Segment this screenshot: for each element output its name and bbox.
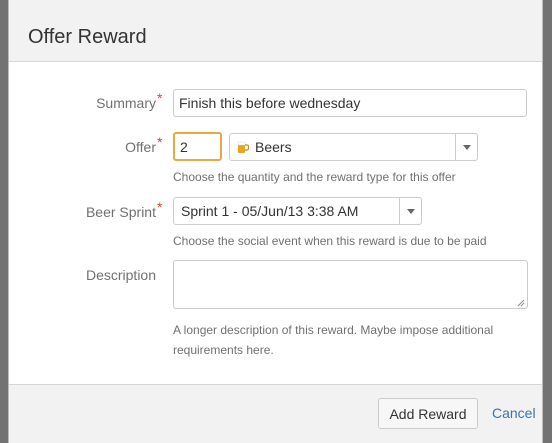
reward-type-select[interactable]: Beers [229,133,478,161]
add-reward-button[interactable]: Add Reward [378,398,478,429]
beer-sprint-help-text: Choose the social event when this reward… [173,234,487,248]
offer-quantity-input[interactable] [173,132,222,161]
summary-required-marker: * [157,90,163,106]
beer-sprint-required-marker: * [157,199,163,215]
cancel-link[interactable]: Cancel [492,398,536,429]
background-page-right [543,0,552,443]
offer-label: Offer [125,139,156,155]
offer-required-marker: * [157,134,163,150]
reward-type-value: Beers [255,139,292,155]
dialog-footer: Add Reward Cancel [9,384,542,443]
summary-input[interactable] [173,89,527,117]
description-label: Description [85,267,156,283]
chevron-down-icon[interactable] [399,198,421,224]
description-textarea[interactable] [173,260,528,309]
beer-mug-icon [237,141,249,153]
dialog-header: Offer Reward [9,0,542,62]
offer-help-text: Choose the quantity and the reward type … [173,170,456,184]
resize-grip-icon[interactable] [517,299,525,307]
beer-sprint-value: Sprint 1 - 05/Jun/13 3:38 AM [181,203,359,219]
dialog-title: Offer Reward [28,26,147,48]
description-help-line-2: requirements here. [173,343,274,357]
description-help-line-1: A longer description of this reward. May… [173,323,494,337]
offer-reward-dialog: Offer Reward Summary * Offer * Beers Cho… [8,0,543,443]
beer-sprint-select[interactable]: Sprint 1 - 05/Jun/13 3:38 AM [173,197,422,225]
summary-label: Summary [96,95,156,111]
beer-sprint-label: Beer Sprint [85,204,156,220]
chevron-down-icon[interactable] [455,134,477,160]
